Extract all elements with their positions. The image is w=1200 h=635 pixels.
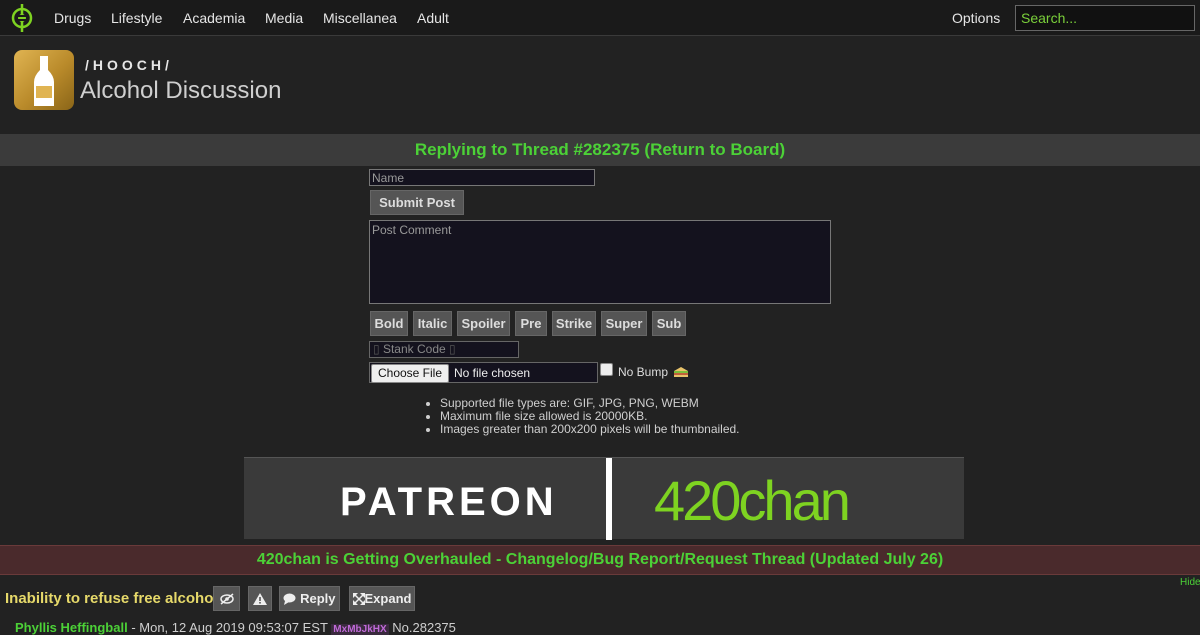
nav-item-lifestyle[interactable]: Lifestyle xyxy=(111,10,162,26)
stank-right-icon: ▯ xyxy=(449,342,456,356)
format-sub-button[interactable]: Sub xyxy=(652,311,686,336)
speech-bubble-icon xyxy=(283,593,296,605)
hide-thread-button[interactable] xyxy=(213,586,240,611)
site-logo-wordmark: 420chan xyxy=(654,469,851,532)
eye-slash-icon xyxy=(219,593,234,605)
no-bump-checkbox[interactable] xyxy=(600,363,613,376)
options-link[interactable]: Options xyxy=(952,10,1000,26)
file-input[interactable]: Choose File No file chosen xyxy=(369,362,598,383)
no-bump-label: No Bump xyxy=(618,365,669,379)
format-bold-button[interactable]: Bold xyxy=(370,311,408,336)
expand-icon xyxy=(352,593,365,605)
sandwich-icon[interactable] xyxy=(673,366,689,378)
reply-label: Reply xyxy=(300,591,336,606)
board-bottle-icon xyxy=(14,50,74,110)
comment-textarea[interactable] xyxy=(369,220,831,304)
post-meta: Phyllis Heffingball - Mon, 12 Aug 2019 0… xyxy=(15,620,456,635)
top-nav: Drugs Lifestyle Academia Media Miscellan… xyxy=(0,0,1200,36)
format-pre-button[interactable]: Pre xyxy=(515,311,547,336)
upload-rules-list: Supported file types are: GIF, JPG, PNG,… xyxy=(422,397,740,436)
banner-divider xyxy=(606,458,612,540)
format-strike-button[interactable]: Strike xyxy=(552,311,596,336)
poster-name: Phyllis Heffingball xyxy=(15,620,128,635)
site-logo-icon[interactable] xyxy=(8,3,36,33)
rule-item: Images greater than 200x200 pixels will … xyxy=(440,423,740,436)
nav-item-miscellanea[interactable]: Miscellanea xyxy=(323,10,397,26)
stank-left-icon: ▯ xyxy=(373,342,380,356)
name-field[interactable] xyxy=(369,169,595,186)
format-italic-button[interactable]: Italic xyxy=(413,311,452,336)
file-status-text: No file chosen xyxy=(454,366,531,380)
post-date: Mon, 12 Aug 2019 09:53:07 EST xyxy=(139,620,328,635)
nav-item-media[interactable]: Media xyxy=(265,10,303,26)
expand-label: Expand xyxy=(364,591,412,606)
warning-icon xyxy=(253,593,267,605)
choose-file-button[interactable]: Choose File xyxy=(371,364,449,383)
submit-post-button[interactable]: Submit Post xyxy=(370,190,464,215)
board-title: Alcohol Discussion xyxy=(80,77,282,104)
search-input[interactable] xyxy=(1015,5,1195,31)
patreon-banner[interactable]: PATREON 420chan xyxy=(244,457,964,540)
post-number[interactable]: No.282375 xyxy=(392,620,456,635)
format-super-button[interactable]: Super xyxy=(601,311,647,336)
nav-item-drugs[interactable]: Drugs xyxy=(54,10,91,26)
format-spoiler-button[interactable]: Spoiler xyxy=(457,311,510,336)
hide-link[interactable]: Hide xyxy=(1180,577,1200,588)
board-path[interactable]: /HOOCH/ xyxy=(85,57,173,73)
thread-subject: Inability to refuse free alcohol xyxy=(5,590,218,607)
reply-banner[interactable]: Replying to Thread #282375 (Return to Bo… xyxy=(0,134,1200,166)
stank-code-input[interactable]: ▯ Stank Code ▯ xyxy=(369,341,519,358)
expand-button[interactable]: Expand xyxy=(349,586,415,611)
reply-button[interactable]: Reply xyxy=(279,586,340,611)
stank-code-label: Stank Code xyxy=(382,342,446,356)
nav-item-academia[interactable]: Academia xyxy=(183,10,245,26)
nav-item-adult[interactable]: Adult xyxy=(417,10,449,26)
overhaul-notice-link[interactable]: 420chan is Getting Overhauled - Changelo… xyxy=(0,545,1200,575)
report-button[interactable] xyxy=(248,586,272,611)
patreon-text: PATREON xyxy=(340,480,558,524)
